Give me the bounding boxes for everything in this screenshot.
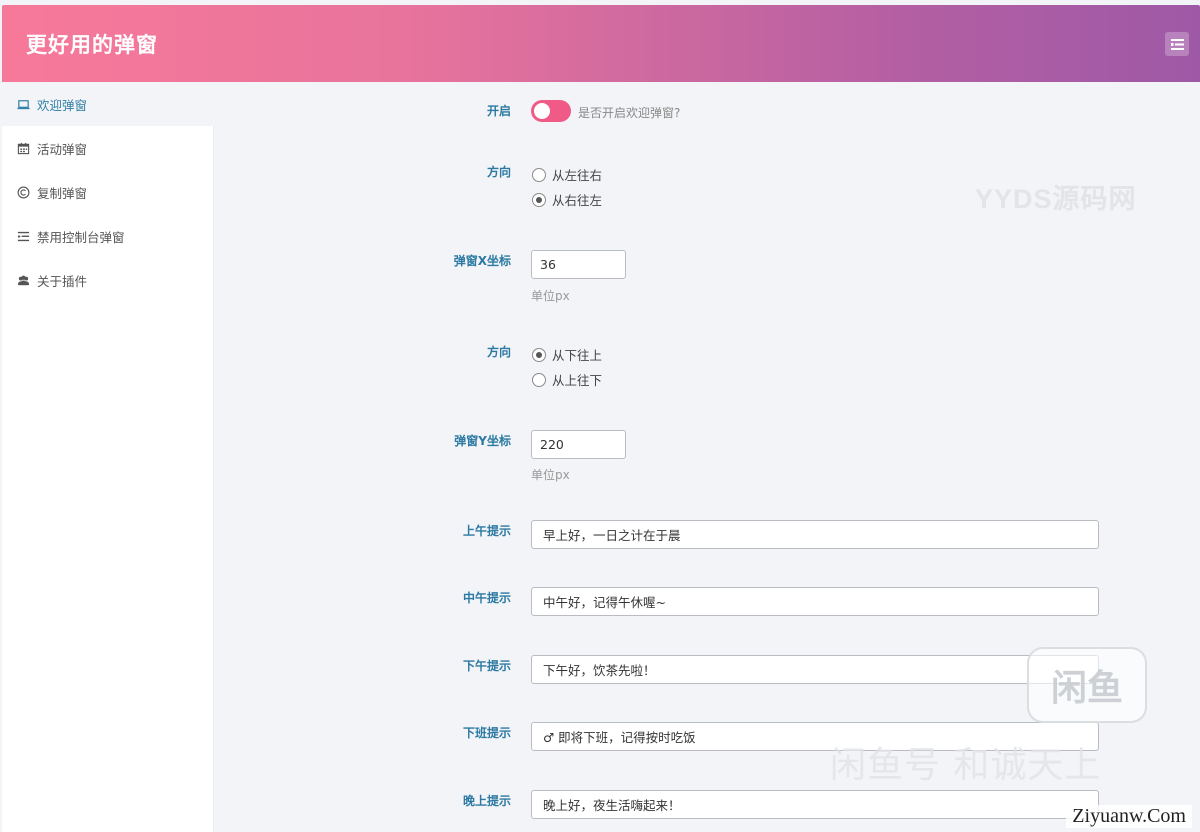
afternoon-input[interactable] xyxy=(531,655,1099,684)
sidebar-item-about-plugin[interactable]: 关于插件 xyxy=(2,258,214,302)
morning-input[interactable] xyxy=(531,520,1099,549)
radio-right-to-left[interactable]: 从右往左 xyxy=(532,190,602,209)
users-icon xyxy=(16,273,30,287)
x-coord-input[interactable] xyxy=(531,250,626,279)
enable-label: 开启 xyxy=(486,104,511,118)
off-work-label: 下班提示 xyxy=(462,726,511,740)
sidebar-item-event-popup[interactable]: 活动弹窗 xyxy=(2,126,214,170)
sidebar-item-welcome-popup[interactable]: 欢迎弹窗 xyxy=(2,82,214,126)
app-title: 更好用的弹窗 xyxy=(26,33,158,57)
enable-description: 是否开启欢迎弹窗? xyxy=(578,106,681,120)
sidebar-item-label: 关于插件 xyxy=(37,273,88,289)
app-header: 更好用的弹窗 xyxy=(2,5,1200,82)
sidebar-item-label: 欢迎弹窗 xyxy=(37,97,88,113)
menu-icon xyxy=(1170,38,1184,50)
x-coord-hint: 单位px xyxy=(531,289,570,303)
y-coord-input[interactable] xyxy=(531,430,626,459)
radio-label: 从右往左 xyxy=(552,193,603,208)
toggle-knob xyxy=(534,103,550,119)
radio-label: 从下往上 xyxy=(552,348,603,363)
sidebar-item-label: 禁用控制台弹窗 xyxy=(37,229,125,245)
radio-left-to-right[interactable]: 从左往右 xyxy=(532,165,602,184)
direction-x-label: 方向 xyxy=(486,165,511,179)
y-coord-hint: 单位px xyxy=(531,468,570,482)
noon-input[interactable] xyxy=(531,587,1099,616)
sidebar-item-label: 活动弹窗 xyxy=(37,141,88,157)
radio-circle xyxy=(532,347,546,362)
sidebar-item-label: 复制弹窗 xyxy=(37,185,88,201)
radio-circle xyxy=(532,192,546,207)
site-watermark: YYDS源码网 xyxy=(975,184,1137,214)
radio-label: 从左往右 xyxy=(552,168,603,183)
sidebar-item-disable-console-popup[interactable]: 禁用控制台弹窗 xyxy=(2,214,214,258)
calendar-icon xyxy=(16,141,30,155)
xianyu-logo: 闲鱼 xyxy=(1027,647,1147,723)
y-coord-label: 弹窗Y坐标 xyxy=(454,434,511,448)
console-icon xyxy=(16,229,30,243)
laptop-icon xyxy=(16,97,30,111)
copyright-icon xyxy=(16,185,30,199)
morning-label: 上午提示 xyxy=(462,524,511,538)
menu-toggle-button[interactable] xyxy=(1165,32,1189,56)
direction-y-label: 方向 xyxy=(486,345,511,359)
afternoon-label: 下午提示 xyxy=(462,659,511,673)
xianyu-watermark-text: 闲鱼号 和诚天上 xyxy=(830,745,1102,786)
radio-circle xyxy=(532,372,546,387)
sidebar: 欢迎弹窗 活动弹窗 复制弹窗 禁用控制台弹窗 关于插件 xyxy=(2,82,214,832)
radio-label: 从上往下 xyxy=(552,373,603,388)
noon-label: 中午提示 xyxy=(462,591,511,605)
evening-label: 晚上提示 xyxy=(462,794,511,808)
site-corner-watermark: Ziyuanw.Com xyxy=(1066,805,1192,828)
sidebar-item-copy-popup[interactable]: 复制弹窗 xyxy=(2,170,214,214)
evening-input[interactable] xyxy=(531,790,1099,819)
radio-circle xyxy=(532,167,546,182)
x-coord-label: 弹窗X坐标 xyxy=(453,254,511,268)
radio-top-to-bottom[interactable]: 从上往下 xyxy=(532,370,602,389)
enable-toggle[interactable] xyxy=(531,100,571,122)
radio-bottom-to-top[interactable]: 从下往上 xyxy=(532,345,602,364)
